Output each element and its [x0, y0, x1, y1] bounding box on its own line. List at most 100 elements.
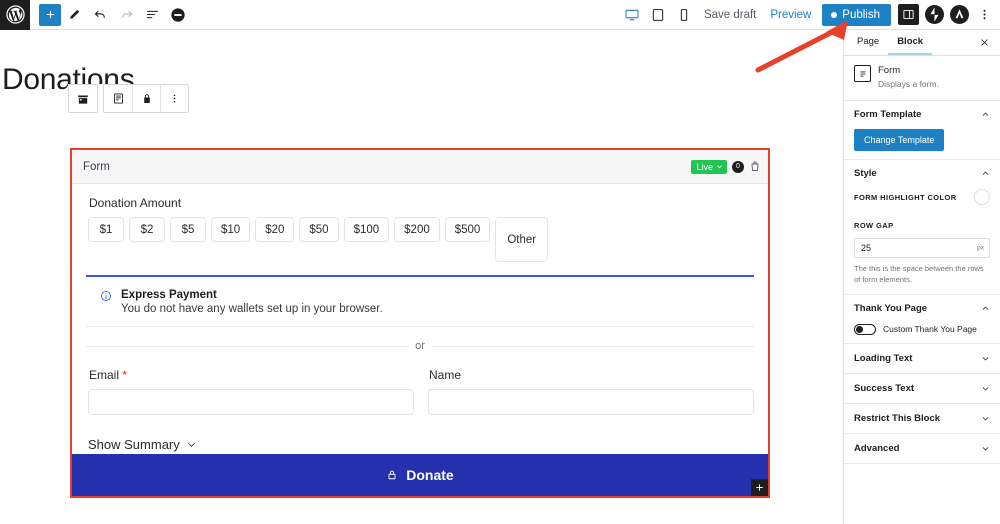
publish-button-label: Publish [842, 8, 880, 21]
publish-button[interactable]: Publish [822, 3, 891, 26]
donate-button-label: Donate [406, 467, 454, 483]
change-template-button[interactable]: Change Template [854, 129, 945, 151]
or-divider-label: or [409, 340, 431, 352]
tools-pen-button[interactable] [61, 2, 87, 28]
custom-thank-you-page-toggle[interactable] [854, 323, 876, 335]
chevron-down-icon [981, 384, 990, 393]
section-style-header[interactable]: Style [854, 168, 990, 179]
section-advanced-label: Advanced [854, 442, 900, 454]
form-block-icon[interactable] [104, 85, 132, 112]
row-gap-help-text: The this is the space between the rows o… [854, 264, 984, 284]
section-form-template-header[interactable]: Form Template [854, 109, 990, 120]
lock-icon [388, 470, 396, 480]
section-form-template: Form Template Change Template [844, 101, 1000, 160]
amount-option[interactable]: $1 [88, 217, 124, 242]
sidebar-block-info-text: Form Displays a form. [878, 65, 939, 89]
section-success-text[interactable]: Success Text [844, 374, 1000, 404]
add-block-button[interactable] [39, 3, 61, 26]
settings-sidebar-toggle[interactable] [898, 4, 919, 25]
email-label-text: Email [89, 368, 120, 382]
amount-option[interactable]: $5 [170, 217, 206, 242]
amount-option[interactable]: $500 [444, 217, 491, 242]
status-badge-label: Live [696, 161, 713, 172]
contact-fields-row: Email * Name [86, 368, 754, 415]
form-highlight-color-swatch[interactable] [974, 189, 990, 205]
email-field-label: Email * [89, 368, 414, 382]
close-icon[interactable] [972, 30, 996, 55]
undo-button[interactable] [87, 2, 113, 28]
amount-option[interactable]: $10 [211, 217, 251, 242]
express-payment-title: Express Payment [121, 289, 217, 301]
more-options-button[interactable] [972, 2, 996, 28]
sidebar-block-description: Displays a form. [878, 79, 939, 89]
status-badge[interactable]: Live [691, 159, 727, 174]
preview-desktop-button[interactable] [619, 2, 645, 28]
document-overview-button[interactable] [139, 2, 165, 28]
amount-option[interactable]: $20 [255, 217, 295, 242]
donate-button[interactable]: Donate [72, 454, 768, 496]
lock-icon[interactable] [132, 85, 160, 112]
form-block-body: Donation Amount $1 $2 $5 $10 $20 $50 $10… [72, 184, 768, 475]
amount-option-other[interactable]: Other [495, 217, 549, 262]
section-advanced-header[interactable]: Advanced [854, 443, 990, 454]
amount-option[interactable]: $200 [394, 217, 440, 242]
email-field-wrapper: Email * [88, 368, 414, 415]
section-advanced[interactable]: Advanced [844, 434, 1000, 464]
plugin-circle-slash-icon[interactable] [165, 2, 191, 28]
save-draft-button[interactable]: Save draft [697, 5, 763, 25]
preview-button[interactable]: Preview [763, 5, 818, 25]
section-restrict-this-block-header[interactable]: Restrict This Block [854, 413, 990, 424]
wordpress-logo-icon[interactable] [0, 0, 30, 30]
tab-block[interactable]: Block [888, 30, 933, 55]
custom-thank-you-page-label: Custom Thank You Page [883, 324, 977, 335]
email-field[interactable] [88, 389, 414, 415]
express-payment-description: You do not have any wallets set up in yo… [121, 303, 383, 315]
chevron-down-icon [981, 354, 990, 363]
show-summary-toggle[interactable]: Show Summary [88, 437, 197, 452]
amount-option[interactable]: $2 [129, 217, 165, 242]
section-style-label: Style [854, 168, 877, 179]
custom-thank-you-page-row: Custom Thank You Page [854, 323, 990, 335]
section-restrict-this-block[interactable]: Restrict This Block [844, 404, 1000, 434]
name-field[interactable] [428, 389, 754, 415]
show-summary-label: Show Summary [88, 437, 180, 452]
section-loading-text-header[interactable]: Loading Text [854, 353, 990, 364]
block-type-group [68, 84, 98, 113]
chevron-up-icon [981, 304, 990, 313]
cart-icon[interactable] [749, 160, 761, 173]
form-block-header-actions: Live 0 [691, 159, 761, 174]
tab-page[interactable]: Page [848, 30, 888, 55]
publish-status-dot-icon [831, 11, 838, 18]
preview-tablet-button[interactable] [645, 2, 671, 28]
section-style: Style Form highlight color Row gap px Th… [844, 160, 1000, 295]
section-loading-text[interactable]: Loading Text [844, 344, 1000, 374]
section-success-text-header[interactable]: Success Text [854, 383, 990, 394]
donation-amount-options: $1 $2 $5 $10 $20 $50 $100 $200 $500 Othe… [88, 217, 754, 262]
block-appender-button[interactable] [751, 479, 768, 496]
row-gap-input[interactable] [854, 238, 990, 258]
form-block-icon [854, 65, 871, 82]
name-field-wrapper: Name [428, 368, 754, 415]
block-options-button[interactable] [160, 85, 188, 112]
section-form-template-label: Form Template [854, 109, 922, 120]
redo-button[interactable] [113, 2, 139, 28]
form-highlight-color-label: Form highlight color [854, 192, 957, 202]
chevron-down-icon [187, 442, 195, 447]
form-highlight-color-row: Form highlight color [854, 189, 990, 205]
change-template-wrapper: Change Template [854, 129, 990, 151]
sidebar-block-info: Form Displays a form. [844, 56, 1000, 101]
section-thank-you-page: Thank You Page Custom Thank You Page [844, 295, 1000, 344]
store-icon[interactable] [69, 85, 97, 112]
section-thank-you-page-header[interactable]: Thank You Page [854, 303, 990, 314]
plugin-circle-icon[interactable] [950, 5, 969, 24]
amount-option[interactable]: $100 [343, 217, 390, 242]
preview-mobile-button[interactable] [671, 2, 697, 28]
top-bar-left-tools [30, 0, 191, 30]
amount-option[interactable]: $50 [299, 217, 339, 242]
required-asterisk: * [119, 368, 128, 382]
express-payment-text: Express Payment You do not have any wall… [121, 289, 383, 315]
jetpack-icon[interactable] [925, 5, 944, 24]
row-gap-input-wrapper: px [854, 238, 990, 258]
form-block[interactable]: Form Live 0 Donation Amount $1 $2 $5 $10… [70, 148, 770, 498]
form-block-title: Form [83, 160, 110, 173]
